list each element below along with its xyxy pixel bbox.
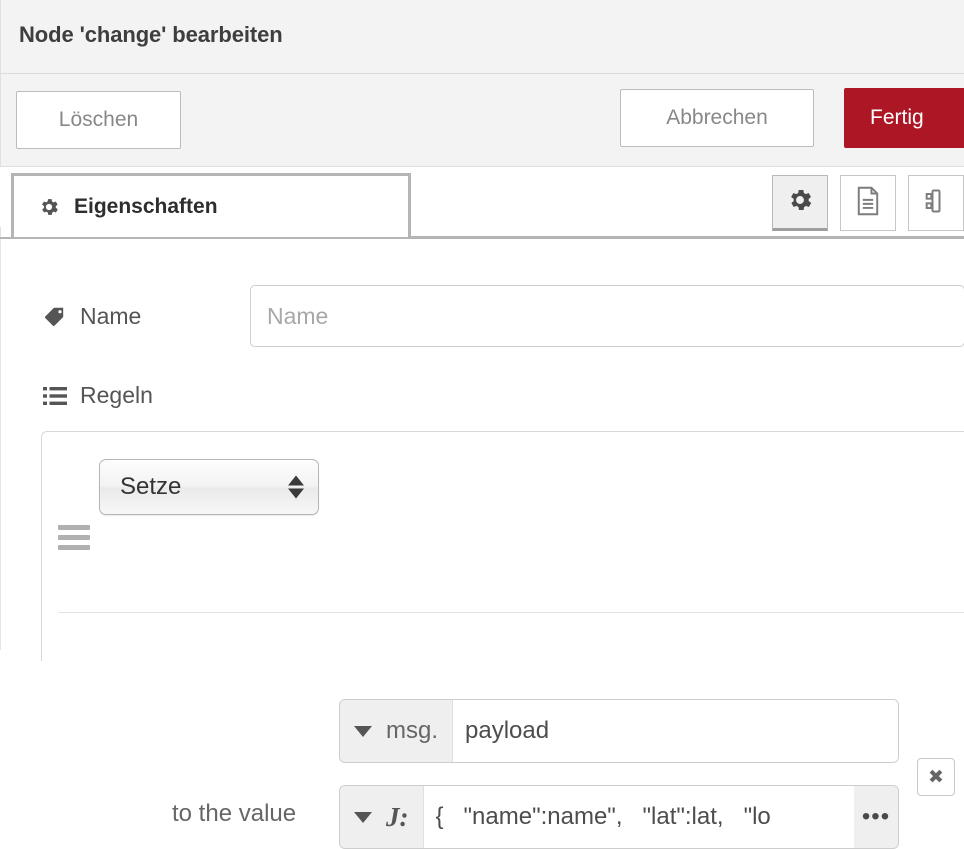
name-label: Name [43, 303, 141, 330]
drag-handle-bar [58, 545, 90, 550]
rule-property-type-selector[interactable]: msg. [340, 700, 454, 762]
tab-icon-button-group [772, 175, 964, 231]
description-document-icon-button[interactable] [840, 175, 896, 231]
page-title: Node 'change' bearbeiten [19, 22, 283, 47]
done-button[interactable]: Fertig [844, 88, 964, 148]
rule-action-value: Setze [120, 473, 182, 500]
appearance-icon-button[interactable] [908, 175, 964, 231]
remove-rule-button[interactable]: ✖ [917, 758, 955, 796]
rule-row: Setze [42, 432, 964, 613]
chevron-updown-icon [288, 475, 304, 499]
rule-property-field: msg. [339, 699, 899, 763]
rules-list: Setze [41, 431, 964, 661]
jsonata-icon: J: [386, 801, 409, 832]
rules-label-text: Regeln [80, 382, 153, 408]
chevron-down-icon [354, 811, 372, 823]
dialog-header-inner: Node 'change' bearbeiten [0, 0, 964, 73]
rule-value-input[interactable] [423, 786, 854, 848]
list-icon [43, 386, 67, 406]
rule-property-input[interactable] [453, 700, 898, 762]
name-input[interactable] [250, 285, 964, 347]
dialog-body: Name Regeln Setze [0, 239, 964, 849]
rule-property-type-label: msg. [386, 717, 439, 744]
name-label-text: Name [80, 303, 142, 329]
drag-handle-bar [58, 535, 90, 540]
description-document-icon [854, 186, 882, 221]
name-row: Name [1, 285, 964, 349]
chevron-down-icon [354, 725, 372, 737]
dialog-toolbar: Löschen Abbrechen Fertig [0, 74, 964, 167]
gear-icon-button[interactable] [772, 175, 828, 231]
tag-icon [43, 305, 67, 329]
drag-handle-icon[interactable] [58, 525, 90, 551]
rules-label: Regeln [43, 382, 153, 409]
delete-button[interactable]: Löschen [16, 91, 181, 149]
tab-bar: Eigenschaften [0, 167, 964, 239]
tab-properties-label: Eigenschaften [74, 194, 218, 218]
gear-icon [38, 196, 60, 218]
rule-value-field: J: ••• [339, 785, 899, 849]
to-the-value-label: to the value [172, 800, 297, 827]
dialog-header: Node 'change' bearbeiten [0, 0, 964, 74]
drag-handle-bar [58, 525, 90, 530]
expand-editor-button[interactable]: ••• [854, 786, 898, 848]
cancel-button[interactable]: Abbrechen [620, 89, 814, 147]
rule-value-type-selector[interactable]: J: [340, 786, 424, 848]
rule-action-select[interactable]: Setze [99, 459, 319, 515]
rule-divider [58, 612, 964, 613]
gear-icon [786, 186, 814, 219]
appearance-icon [922, 187, 950, 220]
tab-properties[interactable]: Eigenschaften [11, 173, 411, 237]
